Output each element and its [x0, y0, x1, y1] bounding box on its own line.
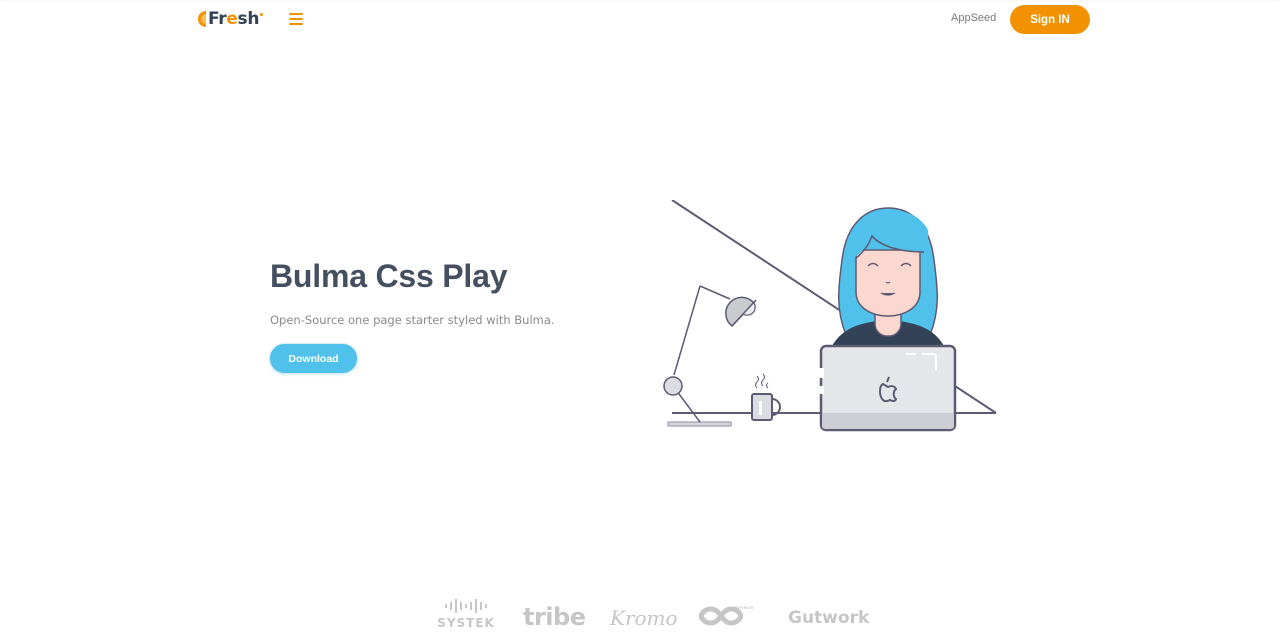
coffee-mug — [751, 373, 781, 421]
fresh-logo-icon — [195, 10, 207, 28]
nav-link-appseed[interactable]: AppSeed — [951, 12, 996, 24]
sign-in-button[interactable]: Sign IN — [1010, 5, 1090, 34]
woman-at-desk-illustration — [663, 199, 997, 432]
client-logo-gutwork: Gutwork — [788, 608, 870, 628]
laptop — [819, 344, 957, 432]
client-logo-tribe: tribe — [523, 603, 586, 631]
lamp-base — [667, 421, 732, 427]
brand-logo[interactable]: Fresh — [195, 8, 264, 30]
hero-illustration — [650, 199, 1010, 445]
navbar: Fresh AppSeed Sign IN — [0, 0, 1280, 40]
brand-dot-icon — [260, 13, 264, 16]
lamp-joint — [663, 376, 683, 396]
page-title: Bulma Css Play — [270, 258, 508, 294]
hero-subtitle: Open-Source one page starter styled with… — [270, 313, 555, 327]
lamp-upper-arm — [673, 285, 701, 376]
client-logo-kromo: Kromo — [610, 606, 678, 630]
download-button[interactable]: Download — [269, 343, 358, 374]
brand-name: Fresh — [208, 9, 260, 29]
hamburger-menu-icon[interactable] — [289, 13, 303, 25]
client-logo-infinite: INFINITE — [698, 605, 754, 632]
systek-bars-icon — [434, 597, 498, 615]
client-logo-systek: SYSTEK — [434, 597, 498, 630]
clients-logos: SYSTEK tribe Kromo INFINITE Gutwork — [420, 595, 870, 640]
